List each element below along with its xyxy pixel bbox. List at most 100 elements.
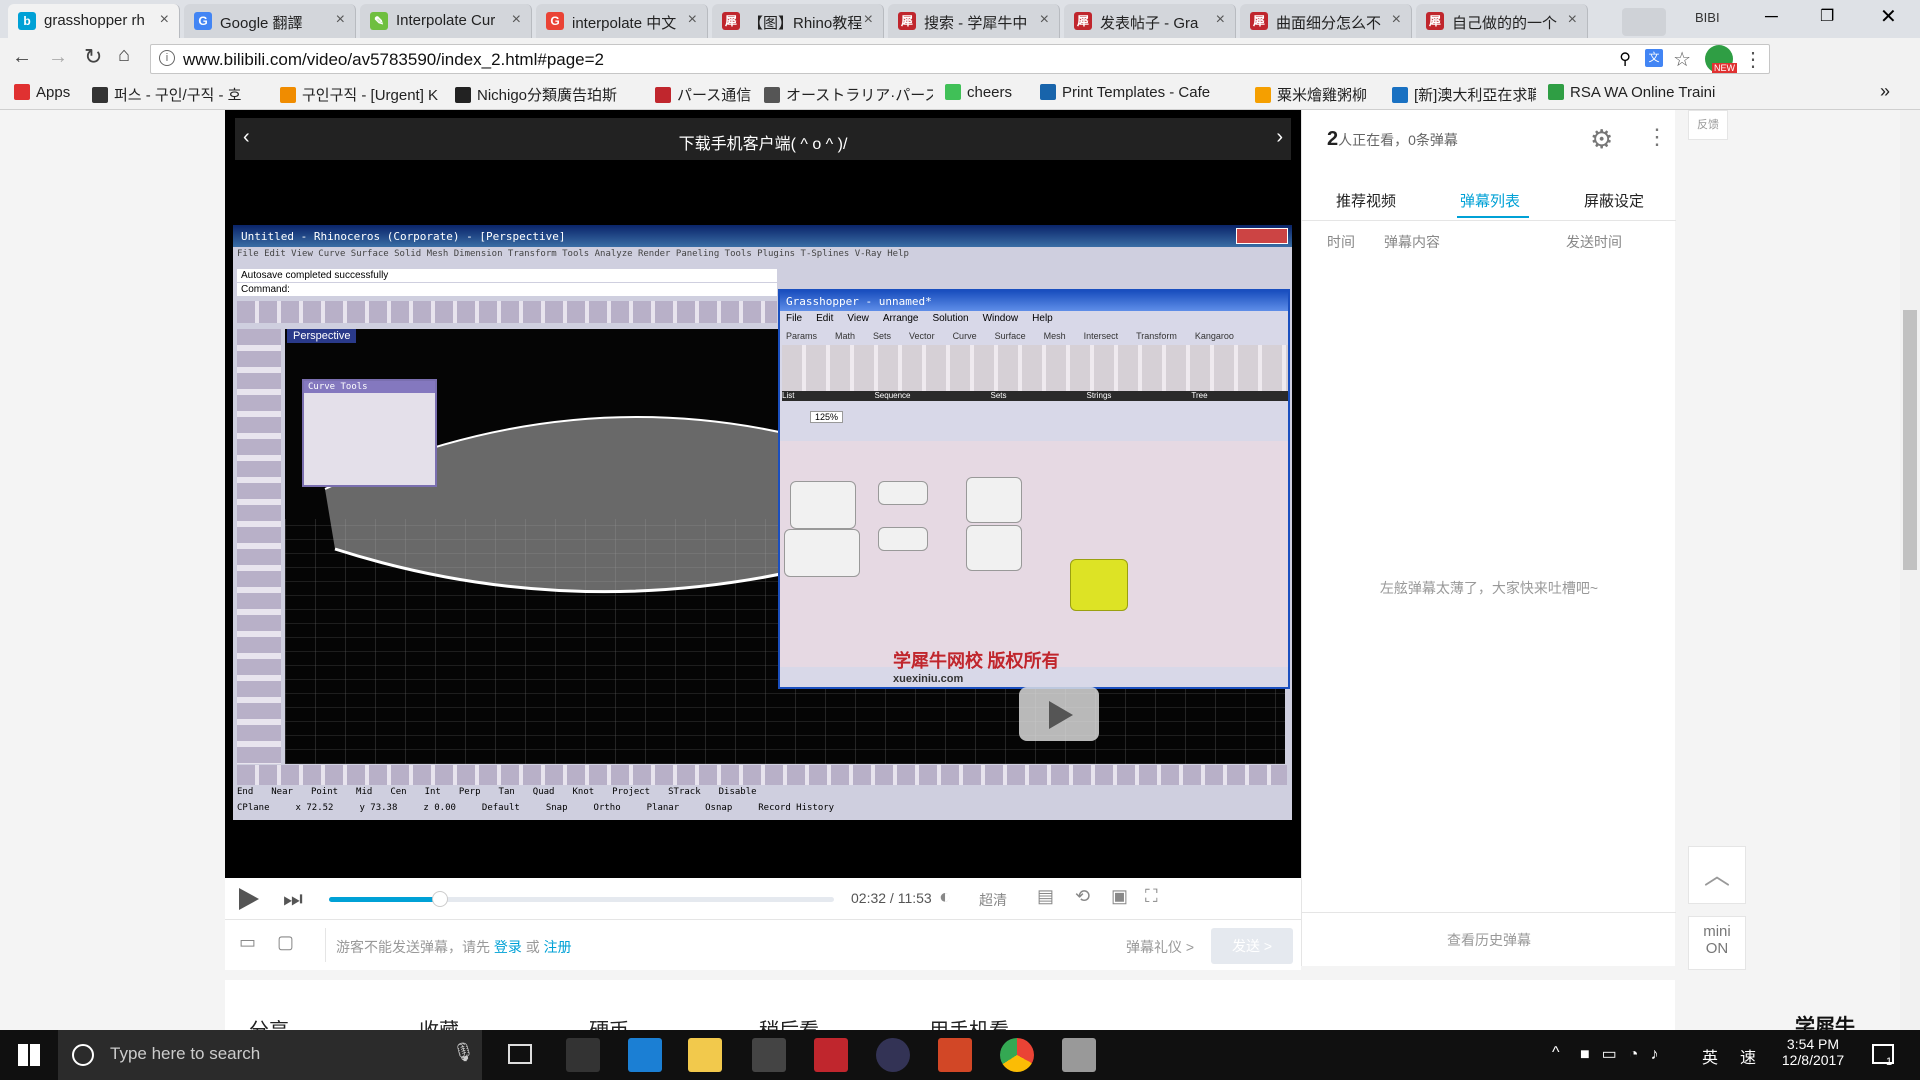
video-player[interactable]: ‹ 下载手机客户端( ^ o ^ )/ › Untitled - Rhinoce… <box>225 110 1301 878</box>
reload-icon[interactable]: ↻ <box>84 44 102 70</box>
action-item[interactable]: 稍后看 <box>759 1014 819 1030</box>
clock[interactable]: 3:54 PM 12/8/2017 <box>1778 1036 1848 1068</box>
powerpoint-icon[interactable] <box>938 1038 972 1072</box>
start-icon[interactable] <box>18 1044 40 1066</box>
tab-close-icon[interactable]: × <box>1216 11 1225 29</box>
progress-track[interactable] <box>329 891 834 907</box>
app-icon[interactable] <box>876 1038 910 1072</box>
fullscreen-icon[interactable]: ⛶ <box>1145 886 1158 907</box>
quality-button[interactable]: 超清 <box>979 890 1007 910</box>
translate-icon[interactable]: 文 <box>1645 49 1663 67</box>
send-button[interactable]: 发送 > <box>1211 928 1293 964</box>
register-link[interactable]: 注册 <box>544 939 572 955</box>
browser-tab[interactable]: 犀发表帖子 - Gra × <box>1064 4 1236 38</box>
play-overlay-icon[interactable] <box>1019 687 1099 741</box>
browser-tab[interactable]: 犀搜索 - 学犀牛中 × <box>888 4 1060 38</box>
tab-close-icon[interactable]: × <box>160 11 169 29</box>
star-icon[interactable]: ☆ <box>1673 47 1691 72</box>
user-badge[interactable]: BIBI <box>1695 10 1720 25</box>
edge-icon[interactable] <box>628 1038 662 1072</box>
bookmark-item[interactable]: 퍼스 - 구인/구직 - 호 <box>92 84 241 105</box>
sidebar-tab[interactable]: 推荐视频 <box>1336 190 1396 211</box>
sidebar-tab[interactable]: 弹幕列表 <box>1460 190 1520 211</box>
play-icon[interactable] <box>239 888 259 910</box>
store-icon[interactable] <box>752 1038 786 1072</box>
danmu-toggle-icon[interactable]: ▤ <box>1037 886 1054 907</box>
loop-icon[interactable]: ⟲ <box>1075 886 1090 907</box>
feedback-button[interactable]: 反馈 <box>1688 110 1728 140</box>
location-icon[interactable]: ⚲ <box>1619 49 1631 69</box>
close-window-icon[interactable]: ✕ <box>1880 4 1897 29</box>
danmu-style-icon[interactable]: ▭ <box>239 932 256 953</box>
browser-tab[interactable]: G Google 翻譯 × <box>184 4 356 38</box>
search-box[interactable]: Type here to search 🎙 <box>58 1030 482 1080</box>
tab-close-icon[interactable]: × <box>1040 11 1049 29</box>
menu-icon[interactable]: ⋮ <box>1743 47 1763 72</box>
history-link[interactable]: 查看历史弹幕 <box>1302 930 1676 950</box>
more-icon[interactable]: ⋮ <box>1646 124 1668 150</box>
bookmark-item[interactable]: [新]澳大利亞在求職? <box>1392 84 1536 105</box>
bookmark-item[interactable]: 粟米燴雞粥柳 <box>1255 84 1367 105</box>
chrome-icon[interactable] <box>1000 1038 1034 1072</box>
ime-mode[interactable]: 速 <box>1740 1044 1756 1068</box>
gear-icon[interactable]: ⚙ <box>1590 124 1613 155</box>
bookmark-item[interactable]: Apps <box>14 84 70 101</box>
minimize-icon[interactable]: ─ <box>1765 6 1778 27</box>
translate-app-icon[interactable] <box>566 1038 600 1072</box>
volume-icon[interactable]: ◐ <box>939 886 951 909</box>
info-icon[interactable]: i <box>159 50 175 66</box>
tab-close-icon[interactable]: × <box>688 11 697 29</box>
bookmark-item[interactable]: RSA WA Online Traini <box>1548 84 1715 101</box>
home-icon[interactable]: ⌂ <box>118 44 130 67</box>
scrollbar-thumb[interactable] <box>1903 310 1917 570</box>
danmu-input[interactable]: 游客不能发送弹幕，请先 登录 或 注册 <box>325 928 1053 962</box>
bookmark-item[interactable]: 구인구직 - [Urgent] K <box>280 84 438 105</box>
restore-icon[interactable]: ❐ <box>1820 6 1834 26</box>
login-link[interactable]: 登录 <box>494 939 522 955</box>
forward-icon[interactable]: → <box>48 46 68 69</box>
progress-knob[interactable] <box>432 891 449 907</box>
tab-close-icon[interactable]: × <box>864 11 873 29</box>
explorer-icon[interactable] <box>688 1038 722 1072</box>
mini-toggle[interactable]: mini ON <box>1688 916 1746 970</box>
scroll-top-button[interactable]: ︿ <box>1688 846 1746 904</box>
ime-lang[interactable]: 英 <box>1702 1044 1718 1068</box>
action-item[interactable]: 硬币 <box>589 1014 629 1030</box>
bookmark-item[interactable]: オーストラリア·パース発の <box>764 84 933 105</box>
tab-close-icon[interactable]: × <box>336 11 345 29</box>
browser-tab[interactable]: 犀自己做的的一个 × <box>1416 4 1588 38</box>
danmu-setting-icon[interactable]: ▢ <box>277 932 294 953</box>
tray-up-icon[interactable]: ^ <box>1552 1044 1560 1062</box>
tab-close-icon[interactable]: × <box>1568 11 1577 29</box>
bookmark-item[interactable]: Nichigo分類廣告珀斯 <box>455 84 617 105</box>
bookmark-item[interactable]: Print Templates - Cafe <box>1040 84 1210 101</box>
task-view-icon[interactable] <box>508 1044 532 1064</box>
etiquette-link[interactable]: 弹幕礼仪 > <box>1126 937 1194 957</box>
banner-text[interactable]: 下载手机客户端( ^ o ^ )/ <box>235 130 1291 154</box>
next-icon[interactable]: ⏭ <box>283 886 303 912</box>
sidebar-tab[interactable]: 屏蔽设定 <box>1584 190 1644 211</box>
tab-label: 搜索 - 学犀牛中 <box>924 15 1028 32</box>
bookmark-item[interactable]: パース通信 <box>655 84 751 105</box>
mcafee-icon[interactable] <box>814 1038 848 1072</box>
action-item[interactable]: 用手机看 <box>929 1014 1009 1030</box>
back-icon[interactable]: ← <box>12 46 32 69</box>
tab-close-icon[interactable]: × <box>1392 11 1401 29</box>
scrollbar[interactable] <box>1900 110 1920 1030</box>
new-tab-button[interactable] <box>1622 8 1666 36</box>
tab-close-icon[interactable]: × <box>512 11 521 29</box>
widescreen-icon[interactable]: ▣ <box>1111 886 1128 907</box>
browser-tab[interactable]: b grasshopper rh × <box>8 4 180 38</box>
bookmark-item[interactable]: cheers <box>945 84 1012 101</box>
action-item[interactable]: 收藏 <box>419 1014 459 1030</box>
mic-icon[interactable]: 🎙 <box>452 1042 475 1063</box>
bookmarks-more-icon[interactable]: » <box>1880 81 1890 102</box>
browser-tab[interactable]: ✎ Interpolate Cur × <box>360 4 532 38</box>
browser-tab[interactable]: 犀曲面细分怎么不 × <box>1240 4 1412 38</box>
address-bar[interactable]: i www.bilibili.com/video/av5783590/index… <box>150 44 1770 74</box>
browser-tab[interactable]: 犀【图】Rhino教程 × <box>712 4 884 38</box>
action-item[interactable]: 分享 <box>249 1014 289 1030</box>
next-banner-icon[interactable]: › <box>1276 126 1283 149</box>
rhino-icon[interactable] <box>1062 1038 1096 1072</box>
browser-tab[interactable]: Ginterpolate 中文 × <box>536 4 708 38</box>
